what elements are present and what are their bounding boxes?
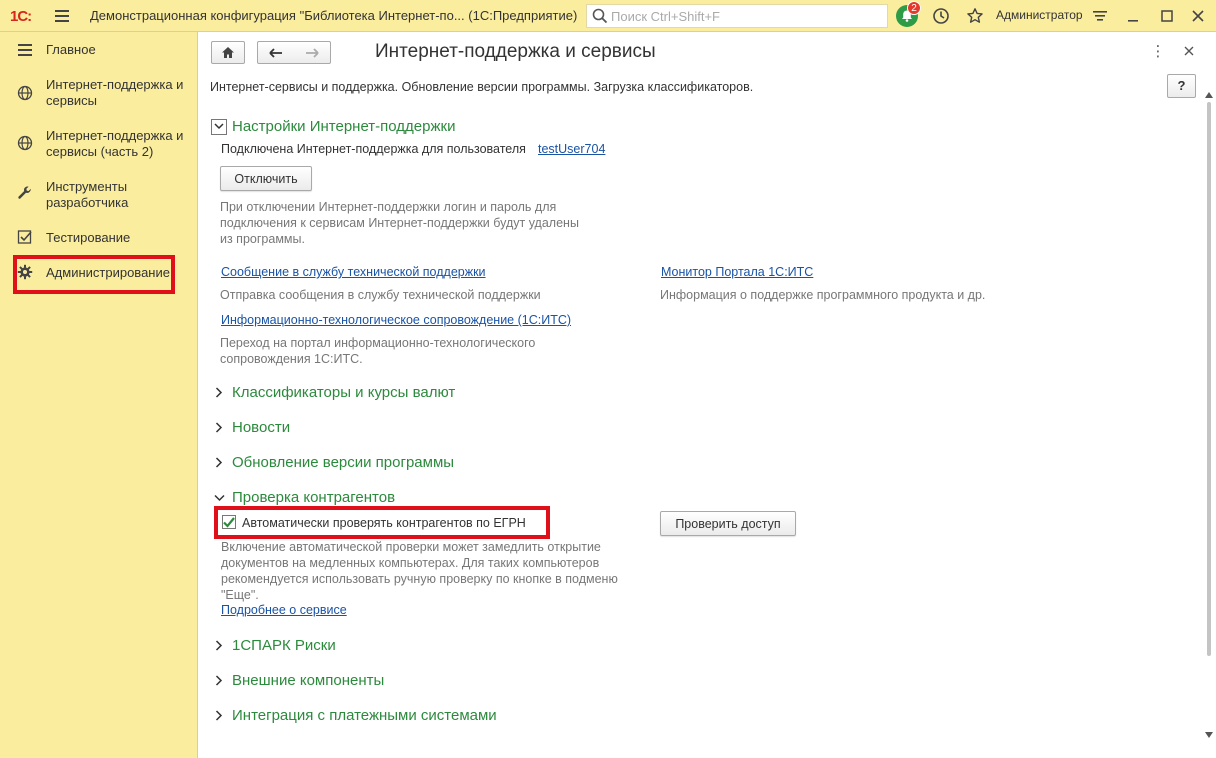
chevron-right-icon (211, 708, 227, 724)
form-area: Интернет-поддержка и сервисы ⋮ Интернет-… (199, 32, 1216, 758)
sections-panel: Главное Интернет-поддержка и сервисы Инт… (0, 32, 198, 758)
settings-menu-icon[interactable] (1090, 6, 1110, 26)
search-placeholder: Поиск Ctrl+Shift+F (611, 8, 720, 24)
sidebar-item-label: Интернет-поддержка и сервисы (часть 2) (46, 128, 184, 159)
user-name[interactable]: Администратор (996, 8, 1083, 22)
sidebar-item-dev-tools[interactable]: Инструменты разработчика (0, 178, 198, 214)
sidebar-item-internet-support[interactable]: Интернет-поддержка и сервисы (0, 76, 198, 112)
arrow-forward-icon[interactable] (305, 47, 319, 58)
scrollbar-thumb[interactable] (1207, 102, 1211, 656)
chevron-right-icon (211, 638, 227, 654)
sidebar-item-main[interactable]: Главное (0, 40, 198, 60)
section-counterparty-check[interactable]: Проверка контрагентов (211, 489, 395, 506)
section-title: Внешние компоненты (232, 672, 385, 689)
section-title: Обновление версии программы (232, 454, 455, 471)
section-title: 1СПАРК Риски (232, 637, 336, 654)
disconnect-note: При отключении Интернет-поддержки логин … (220, 200, 579, 246)
notifications-badge: 2 (907, 1, 921, 15)
history-icon[interactable] (931, 6, 951, 26)
section-spark[interactable]: 1СПАРК Риски (211, 637, 336, 654)
section-support-settings[interactable]: Настройки Интернет-поддержки (211, 118, 455, 135)
highlight-frame (13, 255, 175, 294)
sidebar-item-label: Инструменты разработчика (46, 179, 129, 210)
menu-lines-icon (16, 41, 34, 59)
auto-check-note: Включение автоматической проверки может … (221, 540, 618, 602)
arrow-back-icon[interactable] (269, 47, 283, 58)
section-title: Новости (232, 419, 291, 436)
section-external-components[interactable]: Внешние компоненты (211, 672, 384, 689)
support-message-note: Отправка сообщения в службу технической … (220, 288, 541, 302)
search-input[interactable]: Поиск Ctrl+Shift+F (586, 4, 888, 28)
its-support-link[interactable]: Информационно-технологическое сопровожде… (221, 313, 571, 327)
chevron-right-icon (211, 673, 227, 689)
main-menu-icon[interactable] (54, 8, 70, 24)
globe-icon (16, 84, 34, 102)
sidebar-item-internet-support-2[interactable]: Интернет-поддержка и сервисы (часть 2) (0, 127, 198, 163)
connected-text: Подключена Интернет-поддержка для пользо… (221, 142, 526, 156)
home-icon (222, 47, 234, 58)
sidebar-item-label: Тестирование (46, 230, 131, 245)
nav-back-forward[interactable] (257, 41, 331, 64)
close-window-icon[interactable] (1188, 6, 1208, 26)
support-message-link[interactable]: Сообщение в службу технической поддержки (221, 265, 486, 279)
wrench-icon (16, 185, 34, 203)
home-button[interactable] (211, 41, 245, 64)
service-details-link[interactable]: Подробнее о сервисе (221, 603, 347, 617)
favorites-star-icon[interactable] (965, 6, 985, 26)
section-update[interactable]: Обновление версии программы (211, 454, 454, 471)
section-title: Проверка контрагентов (232, 489, 396, 506)
chevron-right-icon (211, 420, 227, 436)
page-title: Интернет-поддержка и сервисы (375, 41, 656, 62)
globe-icon (16, 134, 34, 152)
its-monitor-link[interactable]: Монитор Портала 1С:ИТС (661, 265, 813, 279)
form-description: Интернет-сервисы и поддержка. Обновление… (210, 80, 754, 94)
sidebar-item-label: Интернет-поддержка и сервисы (46, 77, 184, 108)
highlight-frame (214, 506, 550, 539)
check-access-button[interactable]: Проверить доступ (660, 511, 796, 536)
section-classifiers[interactable]: Классификаторы и курсы валют (211, 384, 455, 401)
section-title: Интеграция с платежными системами (232, 707, 497, 724)
scroll-down-icon[interactable] (1205, 732, 1213, 738)
its-support-note: Переход на портал информационно-технолог… (220, 336, 536, 366)
vertical-scrollbar[interactable] (1202, 92, 1216, 748)
section-title: Настройки Интернет-поддержки (232, 118, 456, 135)
chevron-down-icon (211, 118, 227, 135)
help-button[interactable]: ? (1167, 74, 1196, 98)
section-title: Классификаторы и курсы валют (232, 384, 456, 401)
close-form-icon[interactable] (1181, 43, 1197, 59)
search-icon (592, 8, 608, 24)
disconnect-button[interactable]: Отключить (220, 166, 312, 191)
user-link[interactable]: testUser704 (538, 142, 605, 156)
scroll-up-icon[interactable] (1205, 92, 1213, 98)
sidebar-item-testing[interactable]: Тестирование (0, 228, 198, 248)
minimize-icon[interactable] (1123, 6, 1143, 26)
section-payments[interactable]: Интеграция с платежными системами (211, 707, 497, 724)
chevron-down-icon (211, 490, 227, 506)
sidebar-item-label: Главное (46, 42, 96, 57)
section-news[interactable]: Новости (211, 419, 290, 436)
maximize-icon[interactable] (1157, 6, 1177, 26)
chevron-right-icon (211, 385, 227, 401)
window-title: Демонстрационная конфигурация "Библиотек… (90, 8, 578, 23)
app-logo: 1С: (10, 7, 32, 25)
more-actions-icon[interactable]: ⋮ (1150, 43, 1166, 60)
top-bar: 1С: Демонстрационная конфигурация "Библи… (0, 0, 1216, 32)
its-monitor-note: Информация о поддержке программного прод… (660, 288, 986, 302)
checkbox-icon (16, 228, 34, 246)
chevron-right-icon (211, 455, 227, 471)
